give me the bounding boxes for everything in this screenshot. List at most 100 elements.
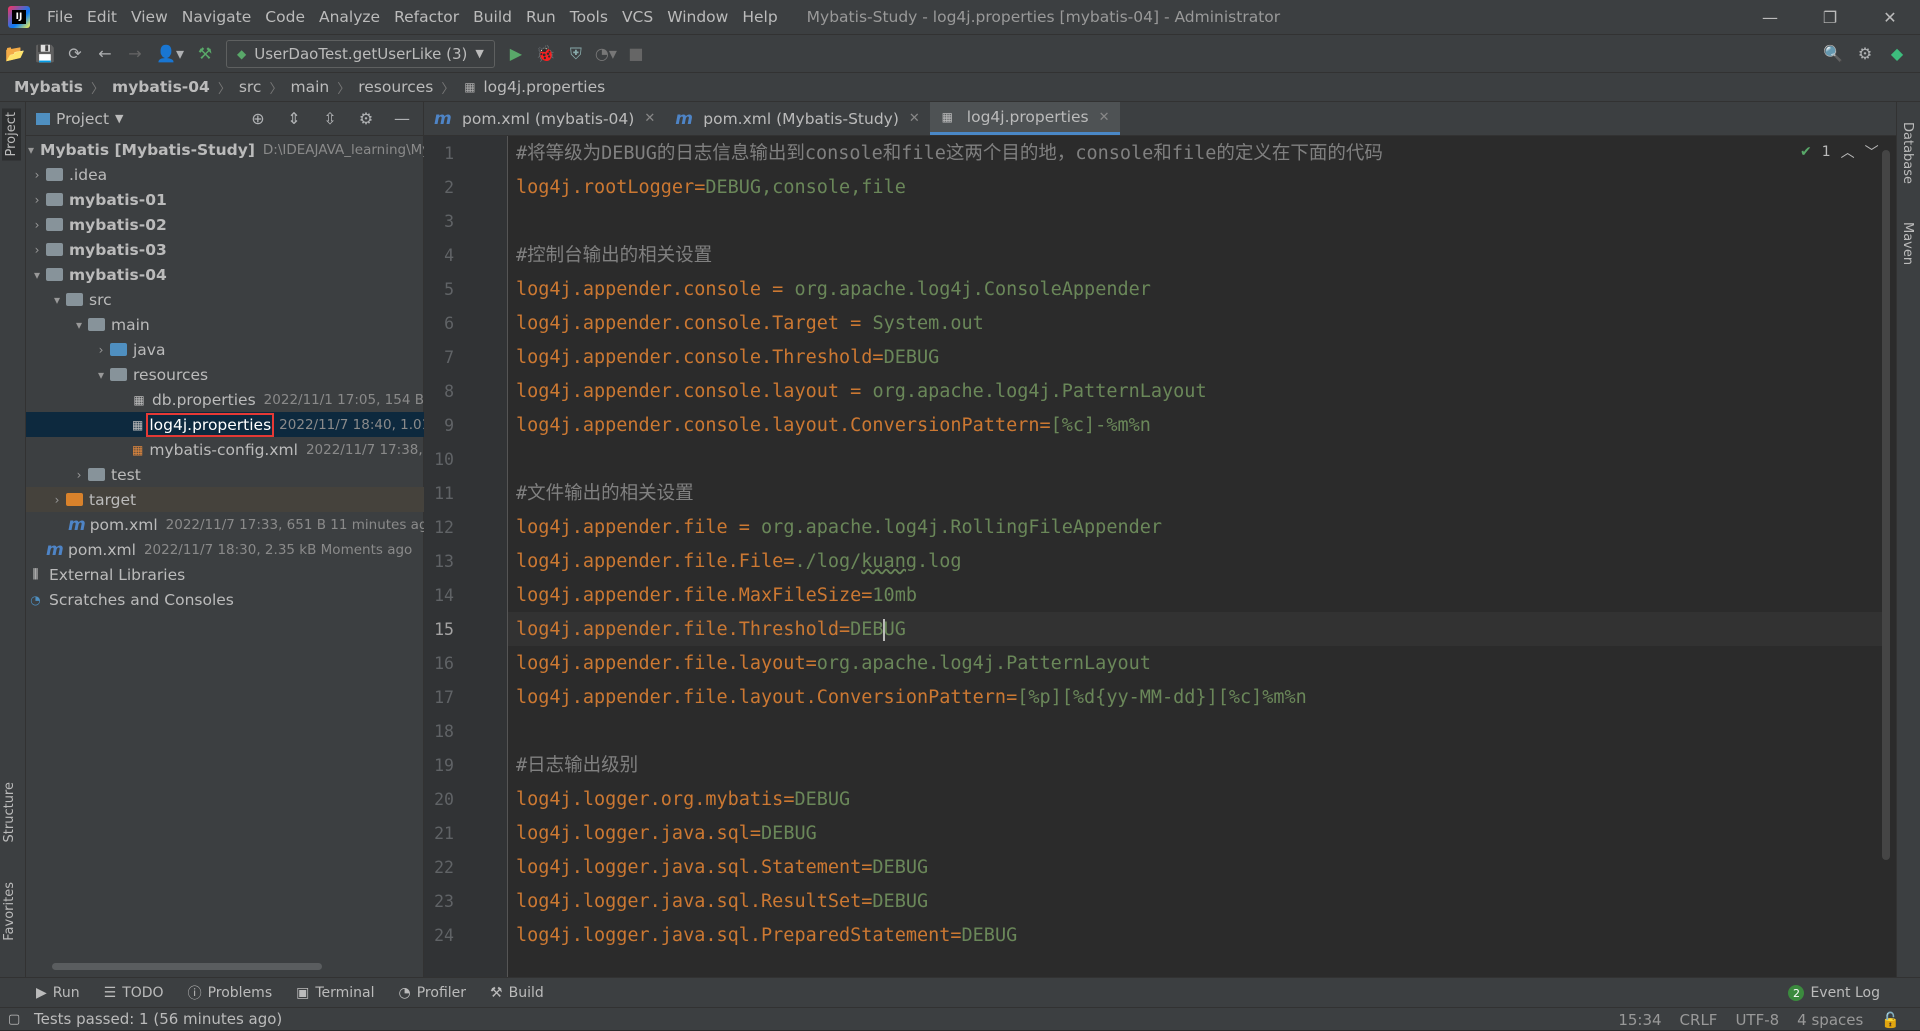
code-line[interactable]: log4j.logger.java.sql.ResultSet=DEBUG	[516, 885, 928, 919]
line-number[interactable]: 23	[424, 892, 454, 911]
project-tool-tab[interactable]: Project	[2, 108, 21, 161]
line-number[interactable]: 6	[424, 314, 454, 333]
hide-panel-icon[interactable]: —	[387, 104, 417, 134]
line-number[interactable]: 21	[424, 824, 454, 843]
line-number[interactable]: 9	[424, 416, 454, 435]
chevron-down-icon[interactable]: ▾	[28, 143, 34, 157]
menu-view[interactable]: View	[124, 0, 175, 34]
code-line[interactable]: #文件输出的相关设置	[516, 477, 694, 511]
close-icon[interactable]: ✕	[1099, 110, 1110, 125]
line-number[interactable]: 4	[424, 246, 454, 265]
debug-icon[interactable]: 🐞	[531, 39, 561, 69]
line-number[interactable]: 15	[424, 620, 454, 639]
close-icon[interactable]: ✕	[644, 111, 655, 126]
forward-arrow-icon[interactable]: →	[120, 39, 150, 69]
code-line[interactable]: log4j.rootLogger=DEBUG,console,file	[516, 171, 906, 205]
chevron-right-icon[interactable]: ›	[92, 343, 110, 357]
restore-button[interactable]: ❐	[1800, 0, 1860, 34]
line-separator[interactable]: CRLF	[1680, 1011, 1718, 1029]
structure-tool-tab[interactable]: Structure	[2, 782, 17, 842]
code-line[interactable]: log4j.appender.file.layout=org.apache.lo…	[516, 647, 1151, 681]
chevron-right-icon[interactable]: ›	[70, 468, 88, 482]
chevron-right-icon[interactable]: ›	[28, 243, 46, 257]
toolbox-icon[interactable]: ◆	[1882, 39, 1912, 69]
code-line[interactable]: log4j.logger.java.sql.Statement=DEBUG	[516, 851, 928, 885]
project-view-selector[interactable]: Project	[56, 110, 109, 128]
line-number[interactable]: 1	[424, 144, 454, 163]
line-number[interactable]: 3	[424, 212, 454, 231]
gear-icon[interactable]: ⚙	[351, 104, 381, 134]
tree-item-db-properties[interactable]: ▦ db.properties 2022/11/1 17:05, 154 B	[26, 387, 424, 412]
chevron-right-icon[interactable]: ›	[28, 218, 46, 232]
file-encoding[interactable]: UTF-8	[1735, 1011, 1779, 1029]
crumb-project[interactable]: Mybatis	[14, 78, 83, 96]
caret-position[interactable]: 15:34	[1618, 1011, 1661, 1029]
tree-item-src[interactable]: ▾ src	[26, 287, 424, 312]
chevron-down-icon[interactable]: ▼	[115, 112, 123, 125]
line-number[interactable]: 11	[424, 484, 454, 503]
back-arrow-icon[interactable]: ←	[90, 39, 120, 69]
save-all-icon[interactable]: 💾	[30, 39, 60, 69]
menu-build[interactable]: Build	[466, 0, 519, 34]
build-tool-tab[interactable]: ⚒ Build	[490, 985, 544, 1001]
chevron-down-icon[interactable]: ▾	[48, 293, 66, 307]
code-line[interactable]: #控制台输出的相关设置	[516, 239, 712, 273]
code-line[interactable]: log4j.appender.console.Target = System.o…	[516, 307, 984, 341]
chevron-right-icon[interactable]: ›	[28, 193, 46, 207]
code-line[interactable]: log4j.appender.file.Threshold=DEBUG	[516, 613, 906, 647]
code-line[interactable]: log4j.appender.file.File=./log/kuang.log	[516, 545, 962, 579]
stop-icon[interactable]: ■	[621, 39, 651, 69]
settings-gear-icon[interactable]: ⚙	[1850, 39, 1880, 69]
chevron-right-icon[interactable]: ›	[28, 168, 46, 182]
locate-icon[interactable]: ⊕	[243, 104, 273, 134]
menu-code[interactable]: Code	[258, 0, 312, 34]
menu-vcs[interactable]: VCS	[615, 0, 660, 34]
chevron-down-icon[interactable]: ﹀	[1865, 142, 1879, 162]
inspection-widget[interactable]: ✔ 1 ︿ ﹀	[1800, 142, 1879, 162]
tree-item-scratches[interactable]: ◔ Scratches and Consoles	[26, 587, 424, 612]
code-line[interactable]: log4j.logger.java.sql=DEBUG	[516, 817, 817, 851]
build-hammer-icon[interactable]: ⚒	[190, 39, 220, 69]
code-line[interactable]: #日志输出级别	[516, 749, 638, 783]
line-number[interactable]: 17	[424, 688, 454, 707]
coverage-icon[interactable]: ⛨	[561, 39, 591, 69]
run-icon[interactable]: ▶	[501, 39, 531, 69]
line-number[interactable]: 20	[424, 790, 454, 809]
code-line[interactable]: log4j.appender.console = org.apache.log4…	[516, 273, 1151, 307]
favorites-tool-tab[interactable]: Favorites	[2, 882, 17, 941]
minimize-button[interactable]: —	[1740, 0, 1800, 34]
code-line[interactable]: log4j.appender.file.MaxFileSize=10mb	[516, 579, 917, 613]
tree-item-idea[interactable]: › .idea	[26, 162, 424, 187]
status-message[interactable]: Tests passed: 1 (56 minutes ago)	[34, 1010, 282, 1028]
menu-file[interactable]: File	[40, 0, 80, 34]
code-line[interactable]: log4j.appender.file.layout.ConversionPat…	[516, 681, 1307, 715]
line-number[interactable]: 8	[424, 382, 454, 401]
tab-pom-mybatis-study[interactable]: m pom.xml (Mybatis-Study) ✕	[665, 102, 930, 135]
chevron-down-icon[interactable]: ▾	[92, 368, 110, 382]
code-line[interactable]: log4j.appender.file = org.apache.log4j.R…	[516, 511, 1162, 545]
tree-item-main[interactable]: ▾ main	[26, 312, 424, 337]
crumb-src[interactable]: src	[239, 78, 262, 96]
tree-item-external-libraries[interactable]: ⫼ External Libraries	[26, 562, 424, 587]
tree-item-project-root[interactable]: ▾ Mybatis [Mybatis-Study] D:\IDEAJAVA_le…	[26, 137, 430, 162]
code-line[interactable]: log4j.logger.org.mybatis=DEBUG	[516, 783, 850, 817]
crumb-resources[interactable]: resources	[358, 78, 433, 96]
tree-item-mybatis-02[interactable]: › mybatis-02	[26, 212, 424, 237]
tree-item-root-pom[interactable]: m pom.xml 2022/11/7 18:30, 2.35 kB Momen…	[26, 537, 424, 562]
line-number[interactable]: 19	[424, 756, 454, 775]
tree-item-mybatis-config[interactable]: ▦ mybatis-config.xml 2022/11/7 17:38, 1	[26, 437, 436, 462]
menu-edit[interactable]: Edit	[80, 0, 124, 34]
line-number[interactable]: 10	[424, 450, 454, 469]
profile-icon[interactable]: ◔▾	[591, 39, 621, 69]
tree-item-mybatis-04[interactable]: ▾ mybatis-04	[26, 262, 424, 287]
menu-help[interactable]: Help	[735, 0, 784, 34]
code-line[interactable]: log4j.appender.console.Threshold=DEBUG	[516, 341, 939, 375]
menu-analyze[interactable]: Analyze	[312, 0, 387, 34]
event-log-button[interactable]: 2 Event Log	[1788, 985, 1880, 1001]
code-line[interactable]: #将等级为DEBUG的日志信息输出到console和file这两个目的地，con…	[516, 137, 1383, 171]
code-line[interactable]: log4j.appender.console.layout.Conversion…	[516, 409, 1151, 443]
database-tool-tab[interactable]: Database	[1900, 122, 1915, 184]
search-icon[interactable]: 🔍	[1818, 39, 1848, 69]
tree-item-test[interactable]: › test	[26, 462, 424, 487]
line-number[interactable]: 2	[424, 178, 454, 197]
